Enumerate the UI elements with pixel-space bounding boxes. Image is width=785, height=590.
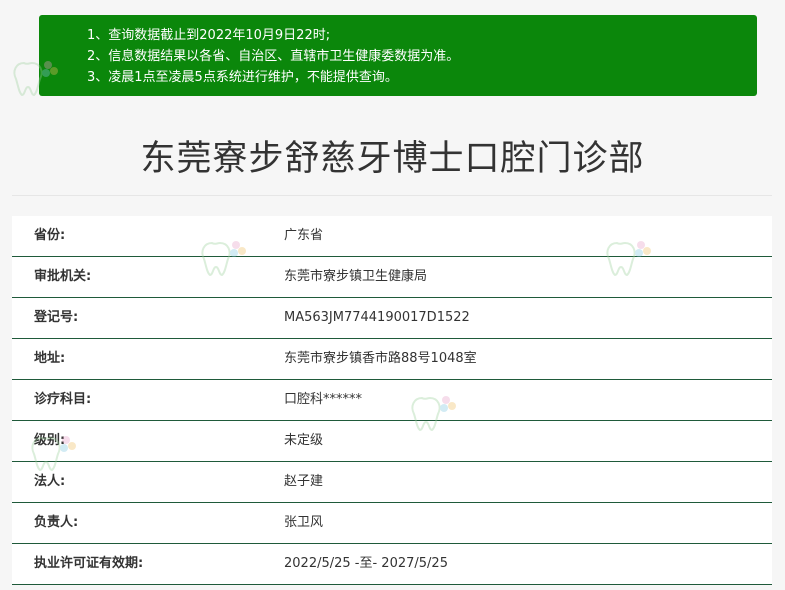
notice-line: 1、查询数据截止到2022年10月9日22时; — [87, 28, 331, 43]
notice-banner: 1、查询数据截止到2022年10月9日22时; 2、信息数据结果以各省、自治区、… — [39, 15, 757, 96]
row-label: 登记号: — [34, 310, 79, 325]
table-row: 级别: 未定级 — [12, 421, 772, 462]
table-row: 法人: 赵子建 — [12, 462, 772, 503]
row-value: 东莞市寮步镇香市路88号1048室 — [284, 351, 477, 366]
row-value: 张卫风 — [284, 515, 324, 530]
table-row: 登记号: MA563JM7744190017D1522 — [12, 298, 772, 339]
notice-line: 2、信息数据结果以各省、自治区、直辖市卫生健康委数据为准。 — [87, 49, 460, 64]
row-value: 口腔科****** — [284, 392, 363, 407]
row-value: 广东省 — [284, 228, 324, 243]
table-row: 地址: 东莞市寮步镇香市路88号1048室 — [12, 339, 772, 380]
page-title: 东莞寮步舒慈牙博士口腔门诊部 — [140, 139, 645, 179]
notice-line: 3、凌晨1点至凌晨5点系统进行维护，不能提供查询。 — [87, 70, 398, 85]
row-value: 2022/5/25 -至- 2027/5/25 — [284, 556, 448, 571]
row-label: 法人: — [34, 474, 66, 489]
info-table: 省份: 广东省 审批机关: 东莞市寮步镇卫生健康局 登记号: MA563JM77… — [12, 216, 772, 585]
table-row: 执业许可证有效期: 2022/5/25 -至- 2027/5/25 — [12, 544, 772, 585]
table-row: 负责人: 张卫风 — [12, 503, 772, 544]
table-row: 诊疗科目: 口腔科****** — [12, 380, 772, 421]
row-label: 省份: — [34, 228, 66, 243]
row-label: 诊疗科目: — [34, 392, 92, 407]
table-row: 审批机关: 东莞市寮步镇卫生健康局 — [12, 257, 772, 298]
row-label: 地址: — [34, 351, 66, 366]
table-row: 省份: 广东省 — [12, 216, 772, 257]
title-divider — [12, 195, 772, 196]
row-value: MA563JM7744190017D1522 — [284, 310, 470, 325]
row-label: 执业许可证有效期: — [34, 556, 144, 571]
row-label: 级别: — [34, 433, 66, 448]
row-value: 未定级 — [284, 433, 324, 448]
row-value: 赵子建 — [284, 474, 324, 489]
row-value: 东莞市寮步镇卫生健康局 — [284, 269, 428, 284]
row-label: 审批机关: — [34, 269, 92, 284]
row-label: 负责人: — [34, 515, 79, 530]
